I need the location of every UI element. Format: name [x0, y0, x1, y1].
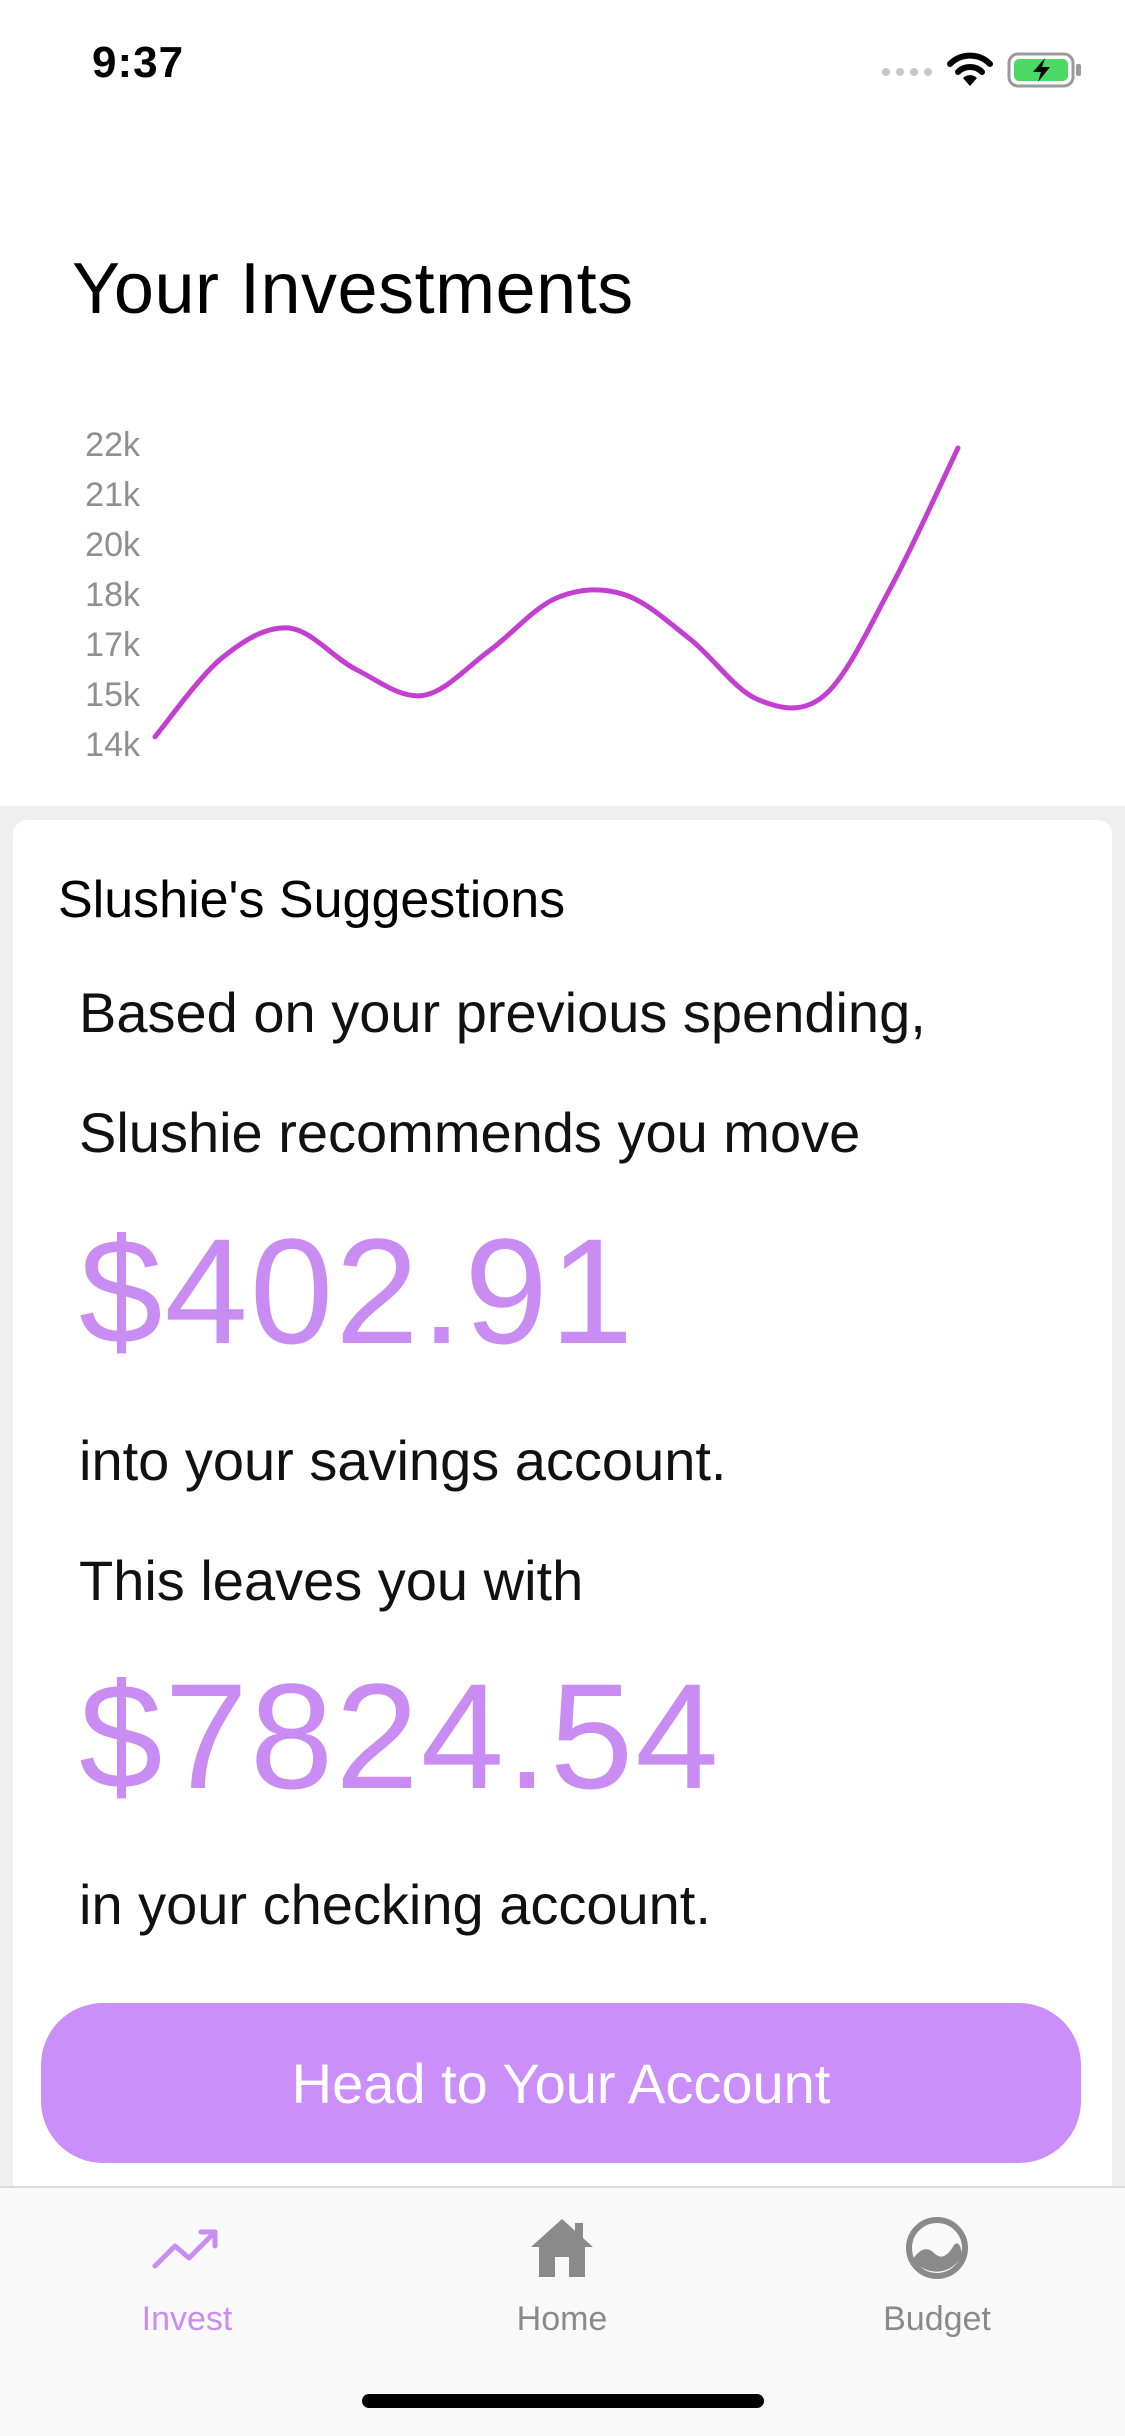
tab-home[interactable]: Home [442, 2208, 682, 2358]
remaining-amount: $7824.54 [79, 1652, 721, 1820]
status-time: 9:37 [92, 38, 185, 87]
trending-up-icon [147, 2208, 227, 2288]
y-tick-label: 17k [85, 626, 141, 664]
suggestion-line-1: Based on your previous spending, [79, 981, 926, 1044]
home-indicator[interactable] [362, 2394, 764, 2408]
battery-charging-icon [1007, 52, 1081, 88]
y-tick-label: 14k [85, 726, 141, 764]
tab-invest-label: Invest [141, 2300, 233, 2338]
investments-chart: 22k 21k 20k 18k 17k 15k 14k [0, 420, 1125, 800]
suggestion-line-4: This leaves you with [79, 1549, 584, 1612]
y-tick-label: 22k [85, 426, 141, 464]
page-title: Your Investments [72, 249, 634, 329]
wifi-icon [947, 52, 993, 86]
suggestions-card: Slushie's Suggestions Based on your prev… [13, 820, 1112, 2186]
investment-series-line [152, 445, 961, 740]
tab-budget[interactable]: Budget [817, 2208, 1057, 2358]
head-to-account-button[interactable]: Head to Your Account [41, 2003, 1081, 2163]
y-tick-label: 18k [85, 576, 141, 614]
y-tick-label: 15k [85, 676, 141, 714]
status-bar: 9:37 [0, 0, 1125, 132]
tab-home-label: Home [516, 2300, 608, 2338]
investments-chart-svg: 22k 21k 20k 18k 17k 15k 14k [85, 426, 961, 764]
house-icon [522, 2208, 602, 2288]
suggestion-line-3: into your savings account. [79, 1429, 727, 1492]
y-tick-label: 21k [85, 476, 141, 514]
suggestion-line-2: Slushie recommends you move [79, 1101, 861, 1164]
suggestions-heading: Slushie's Suggestions [58, 871, 566, 929]
tab-budget-label: Budget [883, 2300, 991, 2338]
cellular-signal-icon [882, 68, 932, 76]
gauge-icon [897, 2208, 977, 2288]
status-icons [881, 48, 1083, 92]
y-tick-label: 20k [85, 526, 141, 564]
suggestion-line-5: in your checking account. [79, 1873, 711, 1936]
tab-invest[interactable]: Invest [67, 2208, 307, 2358]
move-amount: $402.91 [79, 1207, 636, 1375]
